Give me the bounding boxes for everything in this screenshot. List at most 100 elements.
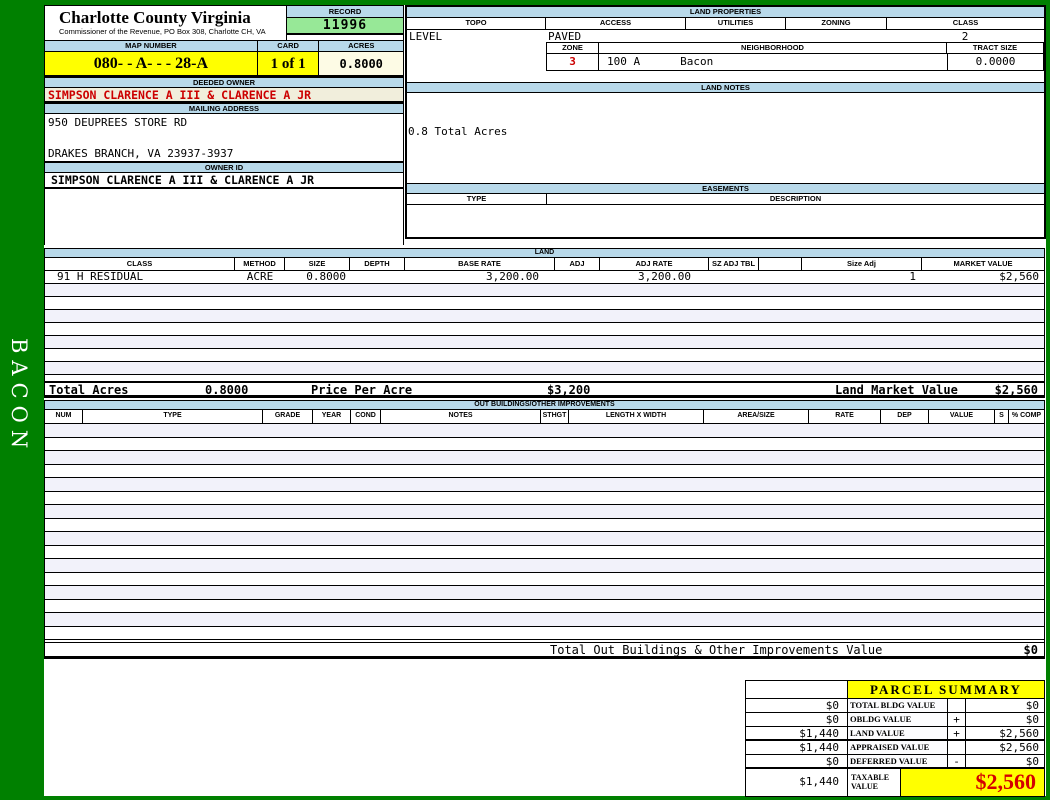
address-line-2: DRAKES BRANCH, VA 23937-3937: [48, 147, 234, 160]
land-properties-card: LAND PROPERTIES TOPO ACCESS UTILITIES ZO…: [405, 5, 1046, 239]
neighborhood-label: NEIGHBORHOOD: [599, 43, 947, 53]
ob-col-rate: RATE: [809, 410, 881, 423]
empty-row: [45, 284, 1044, 297]
map-number-value: 080- - A- - - 28-A: [45, 52, 258, 77]
land-method-value: ACRE: [246, 270, 274, 283]
col-utilities: UTILITIES: [686, 18, 786, 29]
land-market-value-total: $2,560: [994, 383, 1038, 397]
summary-row-land: $1,440 LAND VALUE + $2,560: [746, 727, 1044, 741]
land-value: $2,560: [999, 727, 1039, 740]
obldg-op: +: [948, 713, 966, 726]
out-buildings-column-headers: NUM TYPE GRADE YEAR COND NOTES STHGT LEN…: [45, 410, 1044, 424]
land-blank-value: [759, 271, 802, 283]
deferred-value: $0: [1025, 755, 1039, 768]
easement-description-label: DESCRIPTION: [769, 194, 822, 203]
ob-col-value: VALUE: [929, 410, 995, 423]
land-adj-value: [555, 271, 600, 283]
empty-row: [45, 600, 1044, 613]
out-buildings-total-value: $0: [1023, 643, 1038, 657]
property-record-card: BACON Charlotte County Virginia Commissi…: [0, 0, 1050, 800]
land-table-headers: CLASS METHOD SIZE DEPTH BASE RATE ADJ AD…: [45, 258, 1044, 271]
land-col-adj: ADJ: [555, 258, 600, 270]
land-col-depth: DEPTH: [350, 258, 405, 270]
land-op: +: [948, 727, 966, 740]
land-col-method: METHOD: [235, 258, 285, 270]
empty-row: [45, 451, 1044, 465]
empty-row: [45, 438, 1044, 451]
deeded-owner-header: DEEDED OWNER: [45, 77, 403, 88]
ob-col-grade: GRADE: [263, 410, 313, 423]
summary-row-total-bldg: $0 TOTAL BLDG VALUE $0: [746, 699, 1044, 713]
ob-col-s: S: [995, 410, 1009, 423]
parcel-summary-header-row: PARCEL SUMMARY: [746, 681, 1044, 699]
land-col-adj-rate: ADJ RATE: [600, 258, 709, 270]
zone-block: ZONE NEIGHBORHOOD TRACT SIZE 3 100 A Baco…: [546, 42, 1044, 71]
land-col-sz-adj-tbl: SZ ADJ TBL: [709, 258, 759, 270]
land-size-value: 0.8000: [306, 270, 346, 283]
mailing-address-block: 950 DEUPREES STORE RD DRAKES BRANCH, VA …: [45, 114, 403, 162]
land-section: LAND CLASS METHOD SIZE DEPTH BASE RATE A…: [44, 248, 1045, 398]
land-totals-row: Total Acres 0.8000 Price Per Acre $3,200…: [45, 381, 1044, 398]
out-buildings-total-label: Total Out Buildings & Other Improvements…: [550, 643, 883, 657]
ob-col-num: NUM: [45, 410, 83, 423]
ob-col-year: YEAR: [313, 410, 351, 423]
empty-row: [45, 465, 1044, 478]
deeded-owner-value: SIMPSON CLARENCE A III & CLARENCE A JR: [45, 88, 403, 103]
ob-col-type: TYPE: [83, 410, 263, 423]
empty-row: [45, 424, 1044, 438]
empty-row: [45, 297, 1044, 310]
summary-row-obldg: $0 OBLDG VALUE + $0: [746, 713, 1044, 727]
total-bldg-value: $0: [1025, 699, 1039, 712]
map-number-header-row: MAP NUMBER CARD ACRES: [45, 41, 403, 52]
empty-row: [45, 492, 1044, 505]
record-label: RECORD: [287, 6, 403, 18]
empty-row: [45, 478, 1044, 492]
land-empty-rows: [45, 284, 1044, 375]
parcel-summary: PARCEL SUMMARY $0 TOTAL BLDG VALUE $0 $0…: [745, 680, 1045, 797]
land-notes-box: 0.8 Total Acres: [407, 93, 1044, 183]
empty-row: [45, 532, 1044, 546]
obldg-label: OBLDG VALUE: [848, 713, 948, 726]
owner-id-value: SIMPSON CLARENCE A III & CLARENCE A JR: [45, 173, 403, 189]
out-buildings-empty-rows: [45, 424, 1044, 640]
zone-headers: ZONE NEIGHBORHOOD TRACT SIZE: [546, 42, 1044, 54]
easements-empty-area: [407, 205, 1044, 251]
price-per-acre-label: Price Per Acre: [311, 383, 413, 397]
obldg-value: $0: [1025, 713, 1039, 726]
easement-type-label: TYPE: [407, 194, 547, 204]
card-label: CARD: [257, 41, 320, 52]
appraised-value: $2,560: [999, 741, 1039, 754]
owner-id-header: OWNER ID: [45, 162, 403, 173]
deferred-label: DEFERRED VALUE: [848, 755, 948, 767]
land-section-header: LAND: [45, 248, 1044, 258]
acres-label: ACRES: [319, 41, 403, 52]
empty-row: [45, 362, 1044, 375]
land-adj-rate-value: 3,200.00: [638, 270, 691, 283]
county-header: Charlotte County Virginia Commissioner o…: [45, 5, 403, 41]
total-bldg-label: TOTAL BLDG VALUE: [848, 699, 948, 712]
map-number-value-row: 080- - A- - - 28-A 1 of 1 0.8000: [45, 52, 403, 77]
county-title: Charlotte County Virginia: [59, 8, 251, 27]
neighborhood-name: Bacon: [680, 55, 714, 68]
total-bldg-left: $0: [746, 699, 848, 712]
empty-row: [45, 310, 1044, 323]
land-market-value: $2,560: [999, 270, 1039, 283]
ob-col-cond: COND: [351, 410, 381, 423]
deferred-left: $0: [746, 755, 848, 768]
land-left: $1,440: [746, 727, 848, 740]
taxable-label-line2: VALUE: [851, 782, 878, 791]
deferred-op: -: [948, 755, 966, 768]
land-note-text: 0.8 Total Acres: [408, 125, 508, 138]
neighborhood-code: 100 A: [607, 55, 641, 68]
ob-col-pct-comp: % COMP: [1011, 412, 1042, 419]
land-col-class: CLASS: [45, 258, 235, 270]
record-value: 11996: [287, 18, 403, 35]
col-access: ACCESS: [546, 18, 686, 29]
tract-size-label: TRACT SIZE: [972, 43, 1018, 52]
appraised-label: APPRAISED VALUE: [848, 741, 948, 754]
parcel-summary-title: PARCEL SUMMARY: [848, 681, 1044, 698]
ob-col-sthgt: STHGT: [541, 410, 569, 423]
map-number-label: MAP NUMBER: [45, 41, 258, 52]
land-class-value: 91 H RESIDUAL: [57, 270, 144, 283]
land-sz-adj-tbl-value: [709, 271, 759, 283]
